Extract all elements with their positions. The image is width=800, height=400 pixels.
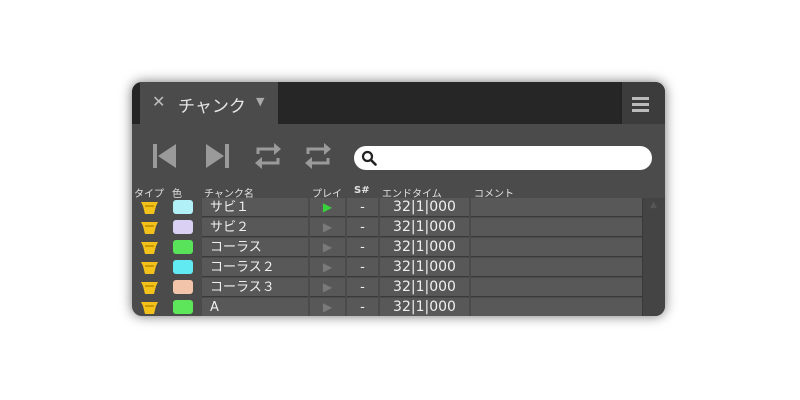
comment[interactable]	[471, 238, 642, 257]
chunk-panel: ✕ チャンク ▼ タイプ 色 チャンク名 プレイ S# エンドタイム コメント …	[132, 82, 665, 316]
color-cell[interactable]	[166, 218, 200, 237]
end-time[interactable]: 32|1|000	[380, 278, 469, 297]
section-number: -	[347, 218, 378, 237]
chunk-type-icon	[141, 282, 158, 294]
comment[interactable]	[471, 218, 642, 237]
color-cell[interactable]	[166, 238, 200, 257]
play-icon[interactable]: ▶	[310, 278, 345, 297]
comment[interactable]	[471, 258, 642, 277]
table-row[interactable]: コーラス２ ▶ - 32|1|000	[132, 258, 642, 278]
column-header-section[interactable]: S#	[354, 185, 370, 199]
column-header-color[interactable]: 色	[172, 185, 182, 200]
scroll-up-icon[interactable]: ▲	[650, 200, 657, 210]
color-swatch[interactable]	[173, 280, 193, 294]
color-swatch[interactable]	[173, 260, 193, 274]
play-icon[interactable]: ▶	[310, 218, 345, 237]
end-time[interactable]: 32|1|000	[380, 198, 469, 217]
chunk-type-icon	[141, 202, 158, 214]
end-time[interactable]: 32|1|000	[380, 258, 469, 277]
comment[interactable]	[471, 278, 642, 297]
color-cell[interactable]	[166, 258, 200, 277]
tab-bar: ✕ チャンク ▼	[132, 82, 665, 124]
column-header-end-time[interactable]: エンドタイム	[382, 185, 442, 200]
column-header-play[interactable]: プレイ	[312, 185, 342, 200]
chunk-name[interactable]: サビ１	[202, 198, 308, 217]
type-cell[interactable]	[132, 218, 164, 237]
play-icon[interactable]: ▶	[310, 298, 345, 316]
search-input[interactable]	[382, 148, 648, 170]
color-cell[interactable]	[166, 298, 200, 316]
type-cell[interactable]	[132, 298, 164, 316]
tab-chunk[interactable]: ✕ チャンク ▼	[140, 82, 278, 124]
tab-title: チャンク	[178, 97, 246, 117]
search-icon	[361, 150, 377, 166]
repeat-icon[interactable]	[253, 140, 283, 172]
play-icon[interactable]: ▶	[310, 258, 345, 277]
color-swatch[interactable]	[173, 220, 193, 234]
chunk-name[interactable]: A	[202, 298, 308, 316]
chunk-type-icon	[141, 262, 158, 274]
scrollbar[interactable]: ▲	[642, 198, 665, 316]
color-swatch[interactable]	[173, 200, 193, 214]
chunk-type-icon	[141, 302, 158, 314]
chunk-name[interactable]: サビ２	[202, 218, 308, 237]
color-swatch[interactable]	[173, 300, 193, 314]
chunk-name[interactable]: コーラス２	[202, 258, 308, 277]
section-number: -	[347, 238, 378, 257]
column-header-comment[interactable]: コメント	[474, 185, 514, 200]
comment[interactable]	[471, 198, 642, 217]
table-row[interactable]: コーラス ▶ - 32|1|000	[132, 238, 642, 258]
chevron-down-icon[interactable]: ▼	[256, 95, 264, 108]
color-swatch[interactable]	[173, 240, 193, 254]
table-row[interactable]: コーラス３ ▶ - 32|1|000	[132, 278, 642, 298]
color-cell[interactable]	[166, 278, 200, 297]
type-cell[interactable]	[132, 258, 164, 277]
skip-to-start-icon[interactable]	[150, 140, 180, 172]
end-time[interactable]: 32|1|000	[380, 238, 469, 257]
end-time[interactable]: 32|1|000	[380, 298, 469, 316]
type-cell[interactable]	[132, 278, 164, 297]
type-cell[interactable]	[132, 198, 164, 217]
section-number: -	[347, 278, 378, 297]
comment[interactable]	[471, 298, 642, 316]
table-row[interactable]: A ▶ - 32|1|000	[132, 298, 642, 316]
close-icon[interactable]: ✕	[152, 92, 165, 111]
color-cell[interactable]	[166, 198, 200, 217]
play-icon[interactable]: ▶	[310, 198, 345, 217]
section-number: -	[347, 258, 378, 277]
type-cell[interactable]	[132, 238, 164, 257]
chunk-type-icon	[141, 242, 158, 254]
section-number: -	[347, 298, 378, 316]
chunk-type-icon	[141, 222, 158, 234]
repeat-off-icon[interactable]	[303, 140, 333, 172]
search-field[interactable]	[354, 146, 652, 170]
section-number: -	[347, 198, 378, 217]
play-icon[interactable]: ▶	[310, 238, 345, 257]
hamburger-menu-icon[interactable]	[621, 82, 665, 124]
table-row[interactable]: サビ２ ▶ - 32|1|000	[132, 218, 642, 238]
end-time[interactable]: 32|1|000	[380, 218, 469, 237]
skip-to-end-icon[interactable]	[202, 140, 232, 172]
column-header-name[interactable]: チャンク名	[204, 185, 254, 200]
table-row[interactable]: サビ１ ▶ - 32|1|000	[132, 198, 642, 218]
chunk-name[interactable]: コーラス	[202, 238, 308, 257]
column-header-type[interactable]: タイプ	[134, 185, 164, 200]
chunk-name[interactable]: コーラス３	[202, 278, 308, 297]
